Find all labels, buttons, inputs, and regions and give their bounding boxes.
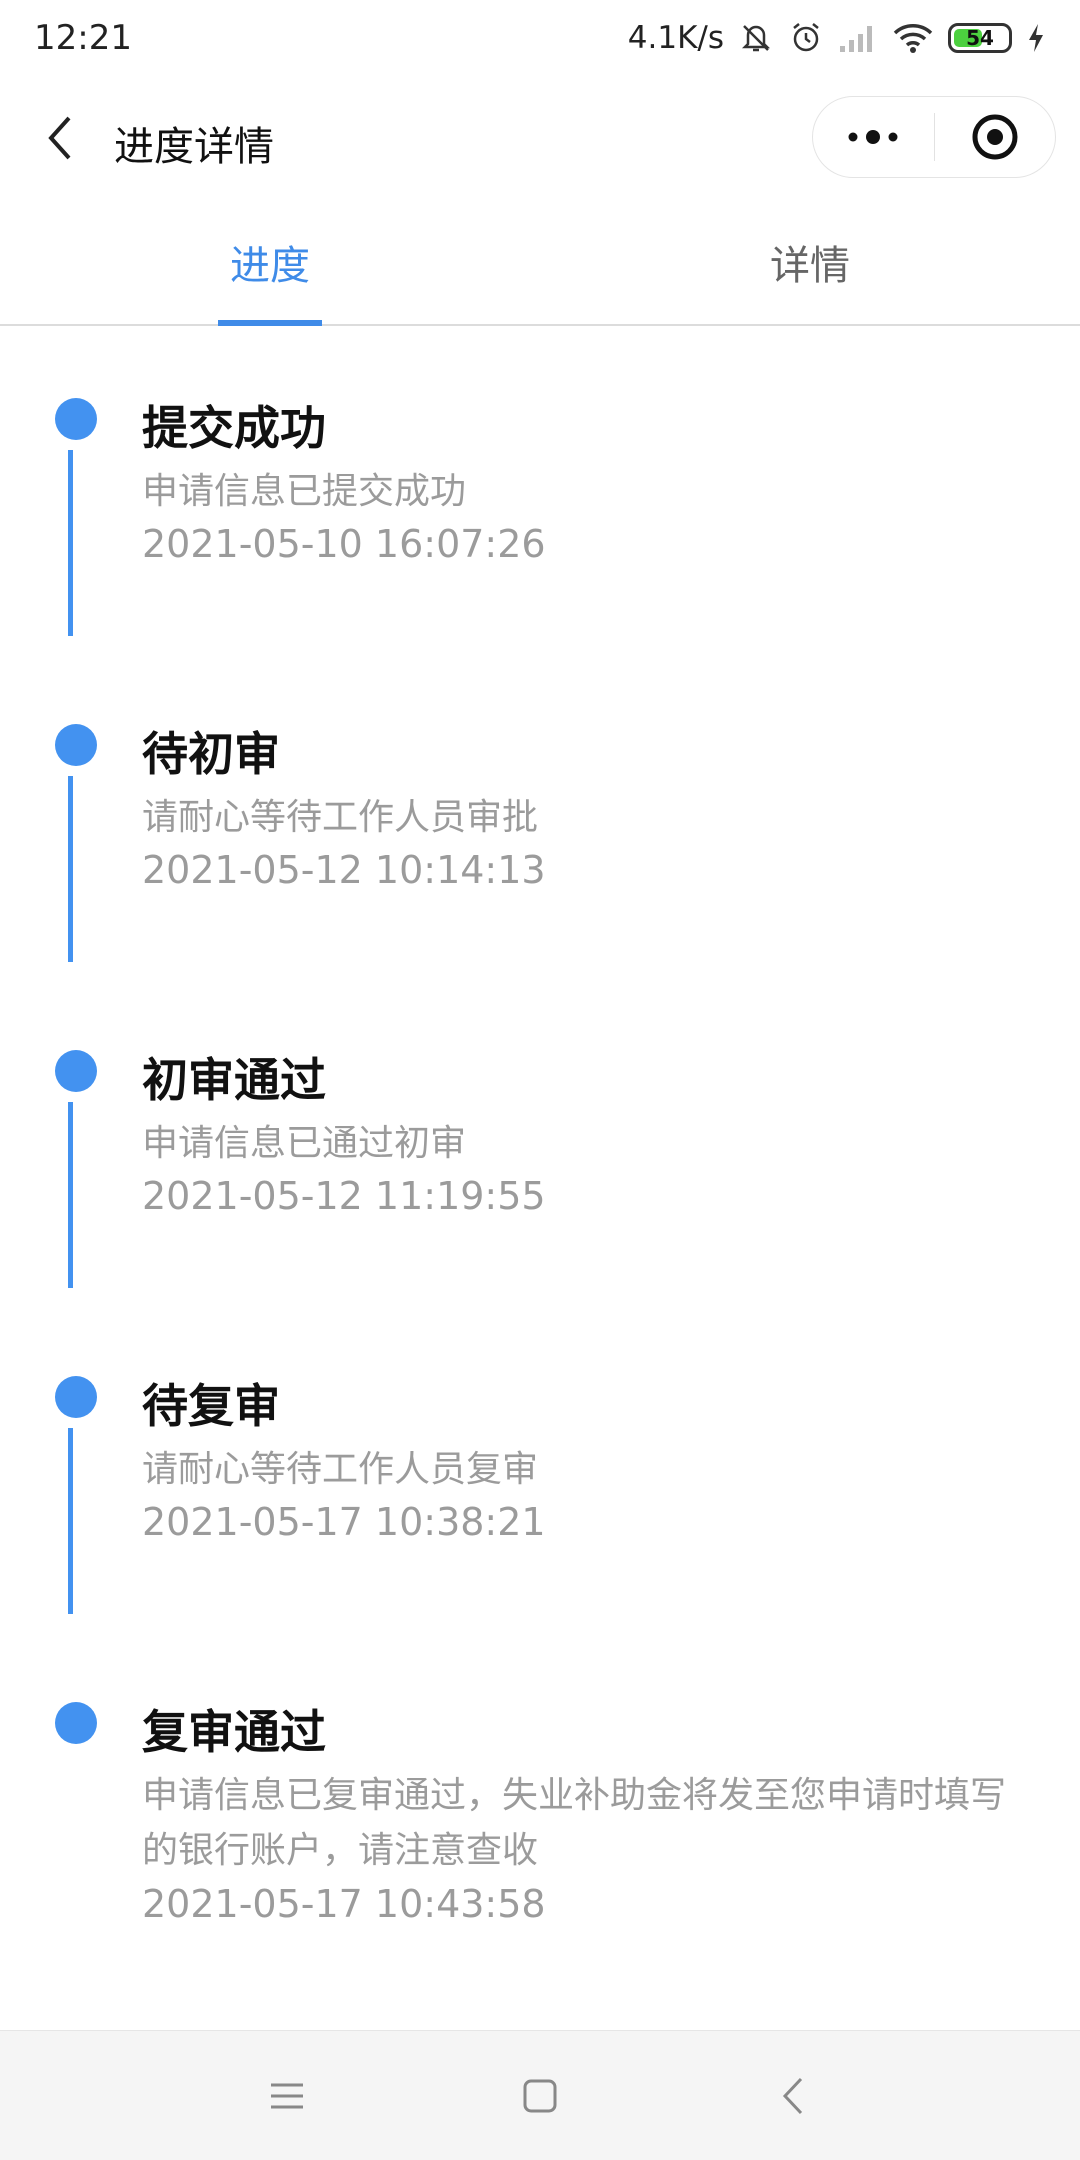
close-miniprogram-button[interactable]	[935, 97, 1056, 177]
chevron-left-icon	[48, 116, 71, 160]
timeline-dot	[55, 1050, 97, 1092]
navigation-bar: 进度详情	[0, 76, 1080, 200]
step-description: 申请信息已通过初审	[142, 1123, 467, 1164]
step-title: 复审通过	[142, 1705, 326, 1759]
back-arrow-icon	[783, 2077, 803, 2114]
tab-progress[interactable]: 进度	[0, 200, 540, 326]
step-title: 初审通过	[142, 1053, 326, 1107]
system-navigation-bar	[0, 2030, 1080, 2160]
miniprogram-capsule	[812, 96, 1056, 178]
tab-details-label: 详情	[770, 243, 850, 289]
tab-active-indicator	[218, 320, 322, 326]
step-time: 2021-05-12 11:19:55	[142, 1174, 546, 1218]
step-description: 请耐心等待工作人员审批	[142, 797, 539, 838]
step-title: 提交成功	[142, 401, 326, 455]
target-circle-icon	[972, 114, 1018, 160]
back-button[interactable]	[34, 108, 86, 168]
network-speed: 4.1K/s	[627, 20, 724, 56]
home-button[interactable]	[500, 2056, 580, 2136]
timeline-dot	[55, 724, 97, 766]
step-description: 请耐心等待工作人员复审	[142, 1449, 539, 1490]
timeline-dot	[55, 398, 97, 440]
timeline-line	[68, 450, 73, 636]
tab-bar: 进度 详情	[0, 200, 1080, 326]
step-title: 待初审	[142, 727, 280, 781]
timeline-dot	[55, 1702, 97, 1744]
timeline-line	[68, 1428, 73, 1614]
status-time: 12:21	[34, 18, 132, 58]
status-bar: 12:21 4.1K/s 54	[0, 0, 1080, 76]
step-time: 2021-05-12 10:14:13	[142, 848, 546, 892]
page-title: 进度详情	[114, 124, 274, 170]
alarm-icon	[788, 20, 824, 56]
step-time: 2021-05-17 10:38:21	[142, 1500, 546, 1544]
menu-button[interactable]	[247, 2056, 327, 2136]
home-square-icon	[523, 2079, 557, 2112]
timeline-line	[68, 1102, 73, 1288]
timeline-dot	[55, 1376, 97, 1418]
battery-icon: 54	[948, 23, 1012, 53]
wifi-icon	[892, 22, 934, 54]
step-description: 申请信息已复审通过，失业补助金将发至您申请时填写的银行账户，请注意查收	[142, 1775, 1007, 1871]
tab-details[interactable]: 详情	[540, 200, 1080, 324]
more-dots-icon	[848, 130, 898, 144]
menu-icon	[270, 2083, 303, 2108]
timeline-line	[68, 776, 73, 962]
more-button[interactable]	[813, 97, 934, 177]
battery-level: 54	[966, 26, 994, 50]
status-icons: 4.1K/s 54	[628, 20, 1046, 56]
charging-icon	[1026, 22, 1046, 54]
step-description: 申请信息已提交成功	[142, 471, 467, 512]
progress-detail-page: 12:21 4.1K/s 54 进度详情 进度 详情 提交成功 申请信息已提交成…	[0, 0, 1080, 2160]
tab-progress-label: 进度	[230, 243, 310, 289]
mute-bell-icon	[738, 20, 774, 56]
system-back-button[interactable]	[753, 2056, 833, 2136]
signal-icon	[838, 22, 878, 54]
step-time: 2021-05-17 10:43:58	[142, 1882, 546, 1926]
step-time: 2021-05-10 16:07:26	[142, 522, 546, 566]
step-title: 待复审	[142, 1379, 280, 1433]
